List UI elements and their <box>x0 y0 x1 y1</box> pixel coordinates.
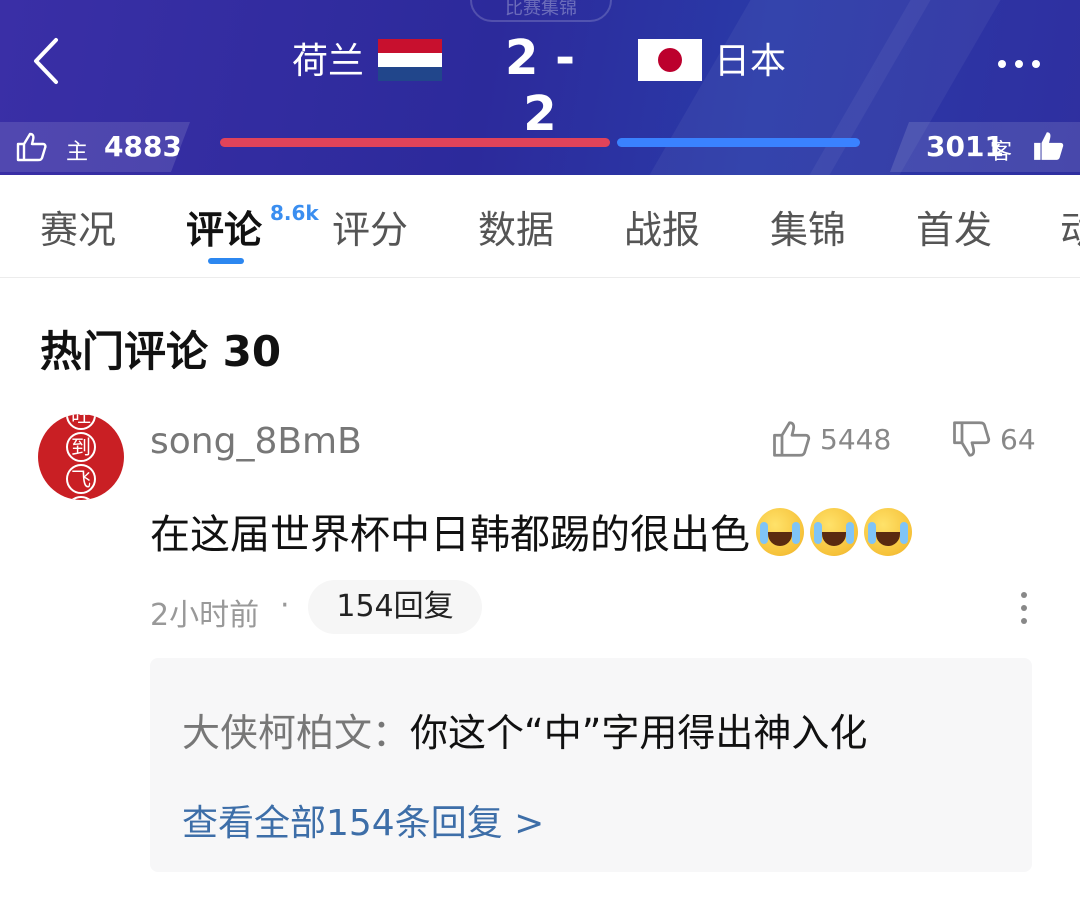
japan-flag-icon <box>638 39 702 81</box>
tab-overflow[interactable]: 动 <box>1060 205 1080 255</box>
away-vote-button[interactable]: 3011 客 <box>890 122 1080 172</box>
highlights-pill[interactable]: 比赛集锦 <box>470 0 612 22</box>
thumbs-up-icon <box>16 132 47 162</box>
match-score: 2 - 2 <box>504 30 576 142</box>
netherlands-flag-icon <box>378 39 442 81</box>
reply-author[interactable]: 大侠柯柏文： <box>182 711 410 755</box>
tab-bar: 赛况 评论 8.6k 评分 数据 战报 集锦 首发 动 <box>0 175 1080 278</box>
thumbs-up-filled-icon <box>1034 132 1064 160</box>
more-options-button[interactable] <box>998 44 1058 74</box>
avatar-char: 到 <box>66 432 96 462</box>
home-vote-bar <box>220 138 610 147</box>
dislike-count: 64 <box>1000 423 1036 456</box>
tab-ratings[interactable]: 评分 <box>332 205 408 255</box>
reply-preview[interactable]: 大侠柯柏文：你这个“中”字用得出神入化 查看全部154条回复 > <box>150 658 1032 872</box>
reply-item: 大侠柯柏文：你这个“中”字用得出神入化 <box>182 702 867 757</box>
comment-timestamp: 2小时前 <box>150 598 260 633</box>
reply-text: 你这个“中”字用得出神入化 <box>410 711 868 755</box>
crying-face-icon <box>756 508 804 556</box>
avatar-char: 起 <box>66 496 96 500</box>
reply-count-button[interactable]: 154回复 <box>308 580 482 634</box>
like-count: 5448 <box>820 423 892 456</box>
highlights-pill-label: 比赛集锦 <box>505 0 577 19</box>
away-team-name: 日本 <box>714 41 787 82</box>
away-vote-label: 客 <box>990 140 1013 165</box>
home-vote-count: 4883 <box>104 130 182 163</box>
home-vote-label: 主 <box>66 140 89 165</box>
avatar-char: 旺 <box>66 414 96 430</box>
comment-body: 在这届世界杯中日韩都踢的很出色 <box>150 502 912 560</box>
thumbs-up-icon <box>773 421 811 457</box>
tab-comments[interactable]: 评论 <box>186 205 262 255</box>
away-vote-bar <box>617 138 860 147</box>
back-button[interactable] <box>28 36 68 86</box>
meta-separator: · <box>280 588 290 623</box>
comment-count-badge: 8.6k <box>270 201 319 225</box>
chevron-left-icon <box>34 38 58 84</box>
match-header: 比赛集锦 荷兰 2 - 2 日本 主 4883 3011 客 <box>0 0 1080 175</box>
comment-username[interactable]: song_8BmB <box>150 421 362 462</box>
comment-more-icon[interactable] <box>1018 592 1030 624</box>
comment-text: 在这届世界杯中日韩都踢的很出色 <box>150 512 750 558</box>
active-tab-indicator <box>208 258 244 264</box>
home-team-name: 荷兰 <box>292 41 365 82</box>
tab-stats[interactable]: 数据 <box>478 205 554 255</box>
crying-face-icon <box>864 508 912 556</box>
tab-report[interactable]: 战报 <box>624 205 700 255</box>
home-vote-button[interactable]: 主 4883 <box>0 122 190 172</box>
view-all-replies-link[interactable]: 查看全部154条回复 > <box>182 794 544 846</box>
section-title: 热门评论 30 <box>40 327 282 376</box>
tab-match-status[interactable]: 赛况 <box>40 205 116 255</box>
avatar[interactable]: 旺 到 飞 起 <box>38 414 124 500</box>
tab-highlights[interactable]: 集锦 <box>770 205 846 255</box>
avatar-char: 飞 <box>66 464 96 494</box>
tab-lineup[interactable]: 首发 <box>916 205 992 255</box>
crying-face-icon <box>810 508 858 556</box>
thumbs-down-icon <box>953 421 991 457</box>
